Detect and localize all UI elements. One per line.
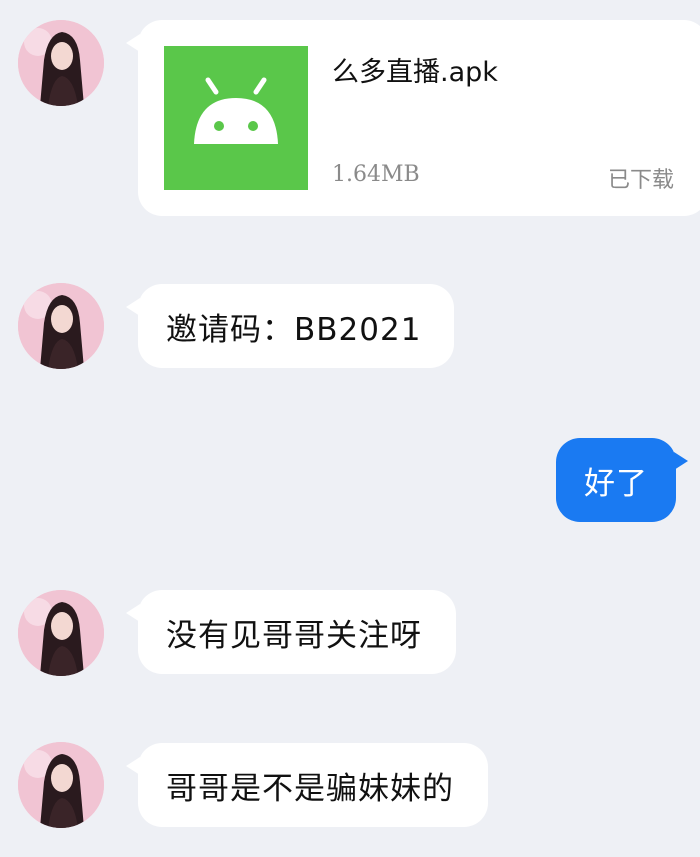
message-text: 邀请码：BB2021 (166, 311, 422, 348)
chat-thread: 么多直播.apk 1.64MB 已下载 邀请码：BB2021 好了 没有见哥哥关… (0, 0, 700, 857)
outgoing-message-bubble[interactable]: 好了 (556, 438, 688, 522)
message-bubble[interactable]: 哥哥是不是骗妹妹的 (126, 743, 488, 827)
avatar-image (18, 20, 104, 106)
message-bubble[interactable]: 没有见哥哥关注呀 (126, 590, 456, 674)
file-name: 么多直播.apk (332, 57, 498, 88)
apk-file-icon (164, 46, 308, 190)
file-size: 1.64MB (332, 162, 420, 187)
contact-avatar[interactable] (18, 283, 104, 369)
avatar-image (18, 742, 104, 828)
contact-avatar[interactable] (18, 742, 104, 828)
message-text: 没有见哥哥关注呀 (166, 617, 422, 654)
file-message-card[interactable]: 么多直播.apk 1.64MB 已下载 (126, 20, 700, 216)
message-text: 好了 (584, 465, 648, 502)
android-icon (194, 77, 278, 144)
avatar-image (18, 283, 104, 369)
message-bubble[interactable]: 邀请码：BB2021 (126, 284, 454, 368)
contact-avatar[interactable] (18, 20, 104, 106)
contact-avatar[interactable] (18, 590, 104, 676)
download-status: 已下载 (608, 168, 675, 193)
avatar-image (18, 590, 104, 676)
message-text: 哥哥是不是骗妹妹的 (166, 770, 454, 807)
